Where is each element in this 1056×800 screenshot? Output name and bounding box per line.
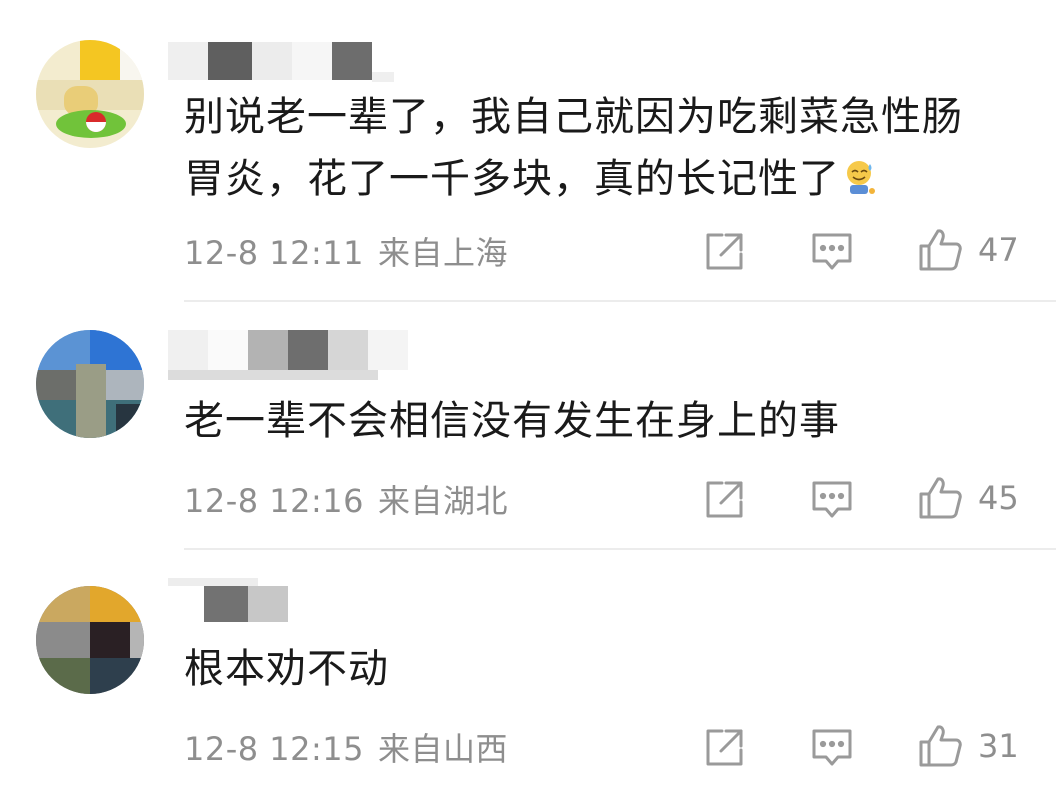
like-count: 31 (978, 727, 1019, 765)
comment-meta: 12-8 12:16 来自湖北 (184, 476, 508, 522)
like-button[interactable]: 47 (916, 226, 1019, 274)
reply-icon[interactable] (810, 726, 854, 770)
comment-location: 来自湖北 (378, 482, 509, 520)
comment-text: 别说老一辈了，我自己就因为吃剩菜急性肠 胃炎，花了一千多块，真的长记性了 (184, 86, 1024, 210)
username-mosaic[interactable] (168, 42, 398, 82)
thumbs-up-icon (919, 725, 962, 767)
comment-time: 12-8 12:16 (184, 482, 365, 520)
like-count: 47 (978, 231, 1019, 269)
reply-icon[interactable] (810, 478, 854, 522)
avatar[interactable] (36, 586, 144, 694)
share-icon[interactable] (702, 726, 746, 770)
comment-text: 老一辈不会相信没有发生在身上的事 (184, 398, 840, 444)
username-mosaic[interactable] (168, 330, 428, 380)
comment-text: 根本劝不动 (184, 646, 389, 692)
comment-item: 别说老一辈了，我自己就因为吃剩菜急性肠 胃炎，花了一千多块，真的长记性了 12-… (0, 0, 1056, 302)
avatar[interactable] (36, 330, 144, 438)
comment-location: 来自上海 (378, 234, 509, 272)
thumbs-up-icon (919, 477, 962, 519)
share-icon[interactable] (702, 230, 746, 274)
comment-location: 来自山西 (378, 730, 509, 768)
like-button[interactable]: 31 (916, 722, 1019, 770)
comment-item: 根本劝不动 12-8 12:15 来自山西 31 (0, 552, 1056, 800)
comment-divider (184, 300, 1056, 302)
share-icon[interactable] (702, 478, 746, 522)
reply-icon[interactable] (810, 230, 854, 274)
avatar[interactable] (36, 40, 144, 148)
comment-time: 12-8 12:11 (184, 234, 365, 272)
username-mosaic[interactable] (168, 578, 288, 622)
comment-text-line: 别说老一辈了，我自己就因为吃剩菜急性肠 (184, 94, 963, 140)
comment-item: 老一辈不会相信没有发生在身上的事 12-8 12:16 来自湖北 45 (0, 304, 1056, 550)
comment-meta: 12-8 12:15 来自山西 (184, 724, 508, 770)
comment-text-line: 胃炎，花了一千多块，真的长记性了 (184, 148, 1024, 210)
comment-time: 12-8 12:15 (184, 730, 365, 768)
comment-divider (184, 548, 1056, 550)
like-button[interactable]: 45 (916, 474, 1019, 522)
like-count: 45 (978, 479, 1019, 517)
comment-meta: 12-8 12:11 来自上海 (184, 228, 508, 274)
thumbs-up-icon (919, 229, 962, 271)
sweat-smile-emoji-icon (847, 161, 875, 194)
